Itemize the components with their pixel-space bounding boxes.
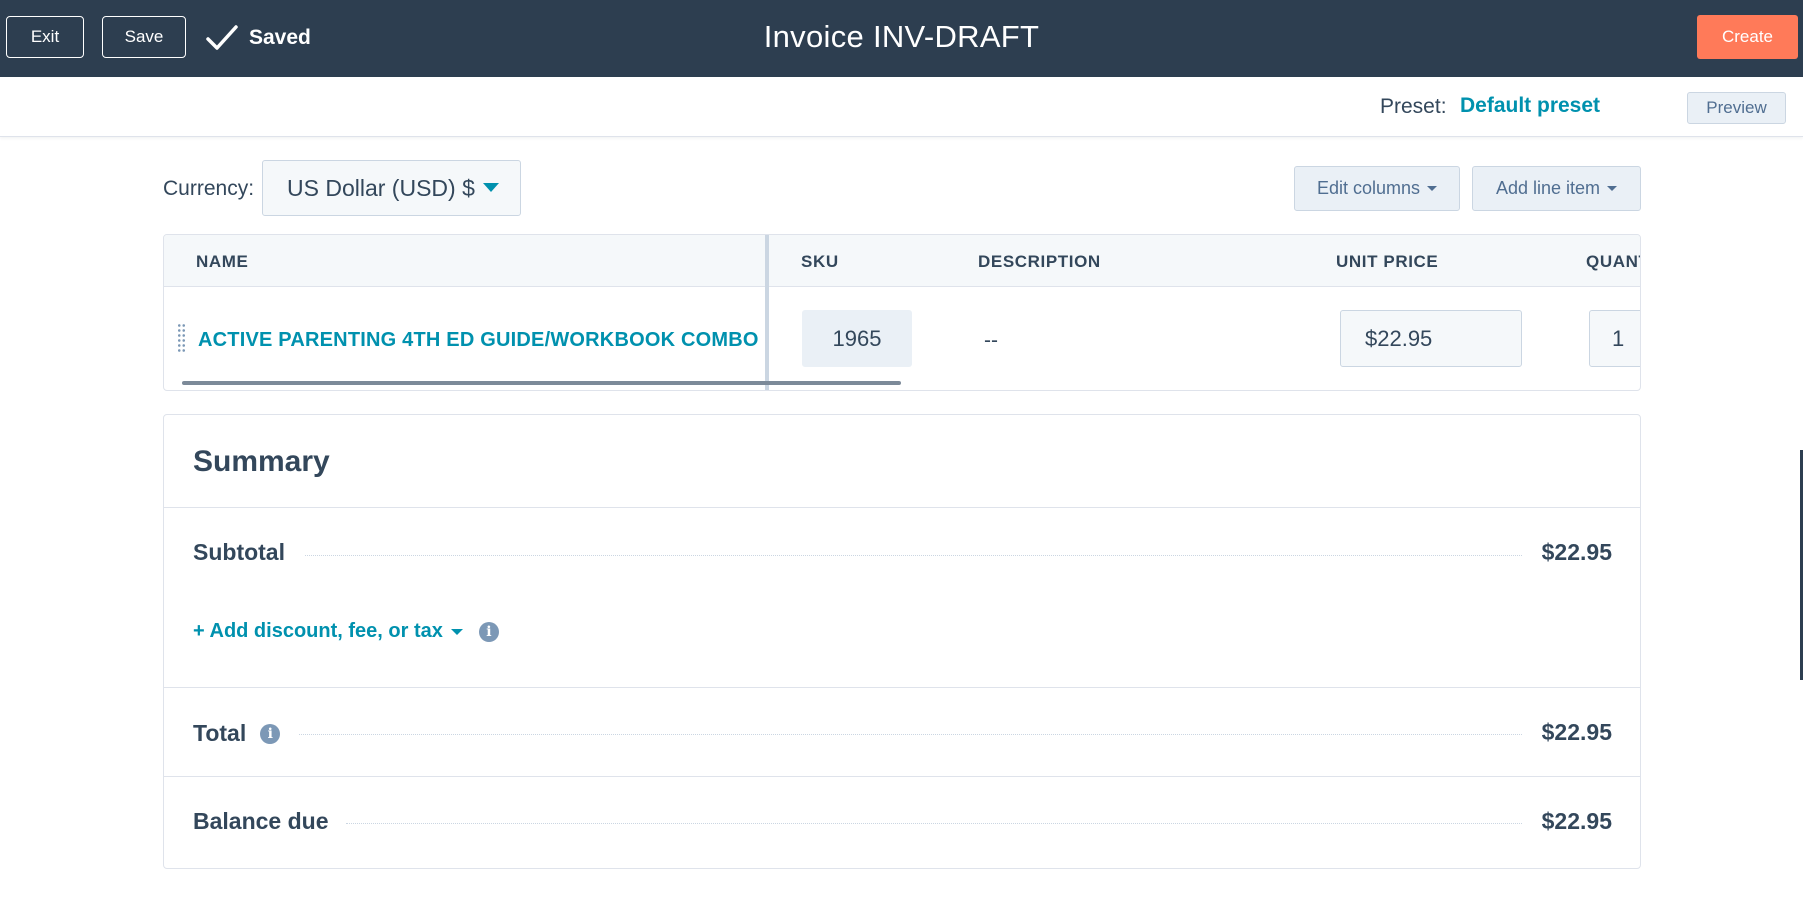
- balance-due-value: $22.95: [1541, 808, 1612, 834]
- create-button[interactable]: Create: [1697, 15, 1798, 59]
- dotted-leader: [305, 555, 1522, 556]
- total-label: Total: [193, 720, 247, 746]
- caret-down-icon: [482, 182, 499, 192]
- column-header-unit-price[interactable]: UNIT PRICE: [1336, 252, 1438, 272]
- currency-selected-value: US Dollar (USD) $: [287, 174, 475, 201]
- add-line-item-button[interactable]: Add line item: [1472, 166, 1641, 211]
- info-icon[interactable]: i: [478, 621, 499, 642]
- dotted-leader: [299, 734, 1522, 735]
- caret-down-icon: [1607, 186, 1618, 191]
- saved-status: Saved: [205, 20, 311, 56]
- column-header-sku[interactable]: SKU: [801, 252, 839, 272]
- top-bar: Exit Save Saved Invoice INV-DRAFT Create: [0, 0, 1803, 77]
- add-discount-fee-tax-link[interactable]: + Add discount, fee, or tax i: [193, 620, 499, 643]
- add-discount-fee-tax-label: + Add discount, fee, or tax: [193, 620, 443, 642]
- column-header-description[interactable]: DESCRIPTION: [978, 252, 1101, 272]
- unit-price-input[interactable]: $22.95: [1340, 310, 1522, 367]
- summary-title: Summary: [193, 445, 330, 478]
- drag-handle-icon[interactable]: [177, 323, 186, 353]
- currency-select[interactable]: US Dollar (USD) $: [262, 160, 521, 216]
- saved-status-label: Saved: [249, 26, 311, 49]
- horizontal-scrollbar[interactable]: [182, 381, 901, 385]
- subtotal-label: Subtotal: [193, 539, 285, 565]
- add-line-item-label: Add line item: [1495, 178, 1601, 198]
- caret-down-icon: [450, 628, 463, 635]
- dotted-leader: [346, 823, 1522, 824]
- save-button[interactable]: Save: [102, 16, 186, 58]
- line-item-name-link[interactable]: ACTIVE PARENTING 4TH ED GUIDE/WORKBOOK C…: [198, 329, 763, 352]
- total-value: $22.95: [1541, 719, 1612, 745]
- column-header-name[interactable]: NAME: [196, 252, 248, 272]
- edit-columns-label: Edit columns: [1316, 178, 1421, 198]
- sku-input[interactable]: 1965: [802, 310, 912, 367]
- checkmark-icon: [206, 25, 238, 50]
- preview-button[interactable]: Preview: [1687, 92, 1786, 124]
- divider: [164, 507, 1640, 508]
- preset-bar: Preset: Default preset Preview: [0, 77, 1803, 137]
- caret-down-icon: [1427, 186, 1438, 191]
- table-header: NAME SKU DESCRIPTION UNIT PRICE QUANT: [164, 235, 1640, 287]
- currency-label: Currency:: [163, 177, 255, 200]
- preset-label: Preset:: [1380, 95, 1447, 118]
- line-items-table: NAME SKU DESCRIPTION UNIT PRICE QUANT AC…: [163, 234, 1641, 391]
- edit-columns-button[interactable]: Edit columns: [1294, 166, 1460, 211]
- summary-card: Summary Subtotal $22.95 + Add discount, …: [163, 414, 1641, 869]
- preset-selector-link[interactable]: Default preset: [1460, 94, 1600, 118]
- total-row-label: Total i: [193, 720, 281, 747]
- divider: [164, 687, 1640, 688]
- sticky-column-divider: [765, 235, 769, 390]
- quantity-input[interactable]: 1: [1589, 310, 1640, 367]
- balance-due-label: Balance due: [193, 808, 329, 834]
- divider: [164, 776, 1640, 777]
- info-icon[interactable]: i: [260, 723, 281, 744]
- column-header-quantity[interactable]: QUANT: [1586, 252, 1640, 272]
- description-value[interactable]: --: [984, 329, 998, 353]
- exit-button[interactable]: Exit: [6, 16, 84, 58]
- subtotal-value: $22.95: [1541, 539, 1612, 565]
